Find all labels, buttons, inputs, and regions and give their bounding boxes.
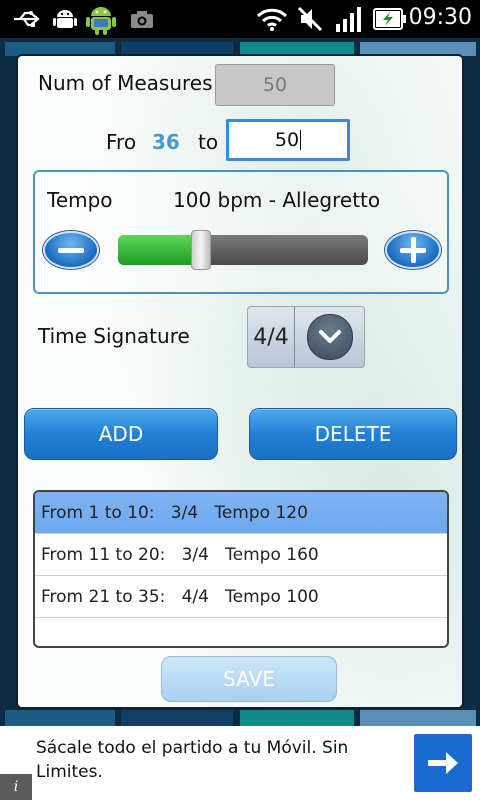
signal-icon	[332, 6, 366, 32]
wifi-icon	[255, 6, 289, 32]
background-tab	[360, 710, 476, 726]
mute-icon	[296, 6, 324, 32]
tempo-label: Tempo	[47, 188, 113, 212]
delete-button[interactable]: DELETE	[249, 408, 457, 460]
to-measure-value: 50	[274, 129, 300, 151]
arrow-right-icon	[428, 752, 458, 774]
add-button[interactable]: ADD	[24, 408, 218, 460]
android-app-icon	[84, 2, 118, 36]
android-debug-icon	[50, 6, 80, 32]
ad-banner[interactable]: Sácale todo el partido a tu Móvil. Sin L…	[0, 726, 480, 800]
time-signature-dropdown-button[interactable]	[295, 307, 365, 367]
clock-time: 09:30	[408, 5, 472, 30]
num-measures-field[interactable]: 50	[215, 64, 335, 106]
battery-charging-icon	[372, 6, 408, 32]
chevron-down-icon	[307, 314, 353, 360]
tempo-increase-button[interactable]	[385, 231, 441, 269]
tempo-panel: Tempo 100 bpm - Allegretto	[33, 170, 449, 294]
camera-icon	[128, 6, 156, 32]
ad-text: Sácale todo el partido a tu Móvil. Sin L…	[36, 738, 349, 782]
minus-icon	[58, 247, 84, 253]
status-bar: 09:30	[0, 0, 480, 38]
measures-dialog: Num of Measures 50 Fro 36 to 50 Tempo 10…	[16, 54, 464, 709]
save-button[interactable]: SAVE	[161, 656, 337, 702]
tempo-value-text: 100 bpm - Allegretto	[173, 188, 381, 212]
time-signature-spinner[interactable]: 4/4	[247, 306, 365, 368]
from-label: Fro	[106, 130, 137, 154]
tempo-slider[interactable]	[118, 235, 368, 265]
list-item[interactable]	[35, 618, 447, 646]
plus-icon	[400, 237, 426, 263]
list-item[interactable]: From 1 to 10: 3/4 Tempo 120	[35, 492, 447, 534]
background-tab	[240, 710, 354, 726]
tempo-decrease-button[interactable]	[43, 231, 99, 269]
tempo-slider-thumb[interactable]	[190, 230, 211, 270]
time-signature-value: 4/4	[248, 307, 295, 367]
tempo-slider-fill	[118, 235, 201, 265]
to-label: to	[198, 130, 219, 154]
num-measures-label: Num of Measures	[38, 71, 213, 95]
time-signature-label: Time Signature	[38, 324, 190, 348]
to-measure-input[interactable]: 50	[226, 119, 350, 161]
background-tab	[5, 710, 115, 726]
background-tab	[121, 710, 233, 726]
measure-ranges-list: From 1 to 10: 3/4 Tempo 120 From 11 to 20…	[33, 490, 449, 648]
usb-icon	[10, 6, 44, 32]
list-item[interactable]: From 11 to 20: 3/4 Tempo 160	[35, 534, 447, 576]
ad-info-icon[interactable]: i	[0, 774, 32, 800]
text-cursor	[300, 130, 302, 150]
from-value: 36	[152, 130, 180, 154]
list-item[interactable]: From 21 to 35: 4/4 Tempo 100	[35, 576, 447, 618]
ad-arrow-button[interactable]	[414, 734, 472, 792]
